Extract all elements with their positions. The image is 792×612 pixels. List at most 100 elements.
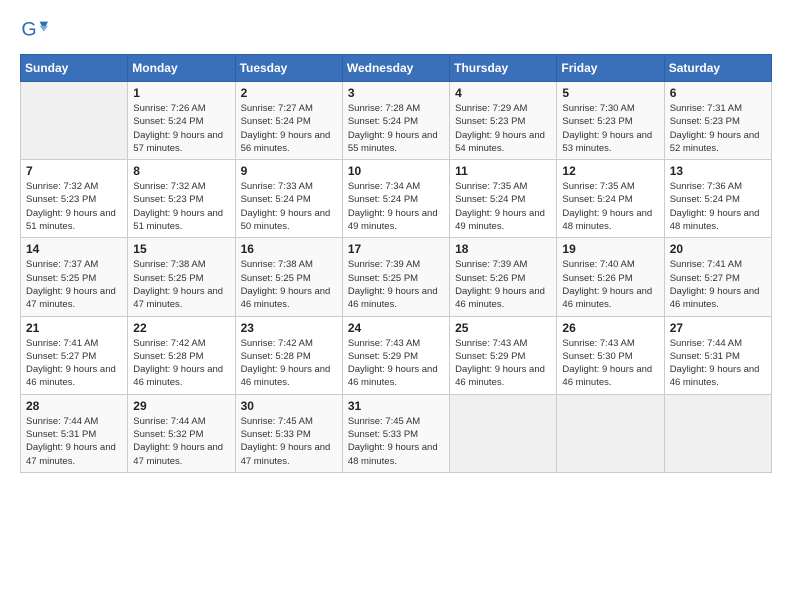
day-info: Sunrise: 7:27 AM Sunset: 5:24 PM Dayligh… (241, 102, 337, 155)
calendar-week-row: 21 Sunrise: 7:41 AM Sunset: 5:27 PM Dayli… (21, 316, 772, 394)
day-info: Sunrise: 7:40 AM Sunset: 5:26 PM Dayligh… (562, 258, 658, 311)
day-number: 13 (670, 164, 766, 178)
day-number: 17 (348, 242, 444, 256)
calendar-week-row: 1 Sunrise: 7:26 AM Sunset: 5:24 PM Daylig… (21, 82, 772, 160)
day-number: 10 (348, 164, 444, 178)
calendar-cell: 3 Sunrise: 7:28 AM Sunset: 5:24 PM Daylig… (342, 82, 449, 160)
day-info: Sunrise: 7:42 AM Sunset: 5:28 PM Dayligh… (241, 337, 337, 390)
calendar-week-row: 28 Sunrise: 7:44 AM Sunset: 5:31 PM Dayli… (21, 394, 772, 472)
calendar-cell: 26Sunrise: 7:43 AM Sunset: 5:30 PM Dayli… (557, 316, 664, 394)
calendar-cell: 13 Sunrise: 7:36 AM Sunset: 5:24 PM Dayli… (664, 160, 771, 238)
day-number: 28 (26, 399, 122, 413)
day-info: Sunrise: 7:33 AM Sunset: 5:24 PM Dayligh… (241, 180, 337, 233)
day-number: 19 (562, 242, 658, 256)
day-info: Sunrise: 7:45 AM Sunset: 5:33 PM Dayligh… (241, 415, 337, 468)
calendar-cell (450, 394, 557, 472)
day-info: Sunrise: 7:38 AM Sunset: 5:25 PM Dayligh… (133, 258, 229, 311)
day-number: 20 (670, 242, 766, 256)
calendar-cell: 17 Sunrise: 7:39 AM Sunset: 5:25 PM Dayli… (342, 238, 449, 316)
logo: G (20, 16, 52, 44)
day-number: 31 (348, 399, 444, 413)
day-number: 18 (455, 242, 551, 256)
day-info: Sunrise: 7:31 AM Sunset: 5:23 PM Dayligh… (670, 102, 766, 155)
calendar-cell: 18Sunrise: 7:39 AM Sunset: 5:26 PM Dayli… (450, 238, 557, 316)
calendar-cell: 29 Sunrise: 7:44 AM Sunset: 5:32 PM Dayli… (128, 394, 235, 472)
day-number: 5 (562, 86, 658, 100)
logo-icon: G (20, 16, 48, 44)
day-info: Sunrise: 7:28 AM Sunset: 5:24 PM Dayligh… (348, 102, 444, 155)
day-number: 9 (241, 164, 337, 178)
calendar-cell: 22 Sunrise: 7:42 AM Sunset: 5:28 PM Dayli… (128, 316, 235, 394)
day-info: Sunrise: 7:44 AM Sunset: 5:32 PM Dayligh… (133, 415, 229, 468)
day-number: 29 (133, 399, 229, 413)
calendar-cell: 9 Sunrise: 7:33 AM Sunset: 5:24 PM Daylig… (235, 160, 342, 238)
day-number: 2 (241, 86, 337, 100)
day-number: 22 (133, 321, 229, 335)
calendar-cell: 19 Sunrise: 7:40 AM Sunset: 5:26 PM Dayli… (557, 238, 664, 316)
day-info: Sunrise: 7:32 AM Sunset: 5:23 PM Dayligh… (26, 180, 122, 233)
day-number: 4 (455, 86, 551, 100)
day-info: Sunrise: 7:44 AM Sunset: 5:31 PM Dayligh… (26, 415, 122, 468)
calendar-cell: 28 Sunrise: 7:44 AM Sunset: 5:31 PM Dayli… (21, 394, 128, 472)
svg-text:G: G (21, 19, 36, 41)
day-number: 3 (348, 86, 444, 100)
calendar-table: SundayMondayTuesdayWednesdayThursdayFrid… (20, 54, 772, 473)
calendar-header-saturday: Saturday (664, 55, 771, 82)
day-number: 8 (133, 164, 229, 178)
day-number: 11 (455, 164, 551, 178)
calendar-cell: 6 Sunrise: 7:31 AM Sunset: 5:23 PM Daylig… (664, 82, 771, 160)
calendar-cell: 5 Sunrise: 7:30 AM Sunset: 5:23 PM Daylig… (557, 82, 664, 160)
day-info: Sunrise: 7:42 AM Sunset: 5:28 PM Dayligh… (133, 337, 229, 390)
day-info: Sunrise: 7:45 AM Sunset: 5:33 PM Dayligh… (348, 415, 444, 468)
day-info: Sunrise: 7:43 AM Sunset: 5:30 PM Dayligh… (562, 337, 658, 390)
calendar-cell (557, 394, 664, 472)
calendar-cell: 16 Sunrise: 7:38 AM Sunset: 5:25 PM Dayli… (235, 238, 342, 316)
day-info: Sunrise: 7:44 AM Sunset: 5:31 PM Dayligh… (670, 337, 766, 390)
day-info: Sunrise: 7:37 AM Sunset: 5:25 PM Dayligh… (26, 258, 122, 311)
calendar-cell (21, 82, 128, 160)
calendar-cell: 7 Sunrise: 7:32 AM Sunset: 5:23 PM Daylig… (21, 160, 128, 238)
calendar-cell: 2 Sunrise: 7:27 AM Sunset: 5:24 PM Daylig… (235, 82, 342, 160)
day-number: 7 (26, 164, 122, 178)
day-number: 14 (26, 242, 122, 256)
day-info: Sunrise: 7:36 AM Sunset: 5:24 PM Dayligh… (670, 180, 766, 233)
calendar-cell: 25Sunrise: 7:43 AM Sunset: 5:29 PM Dayli… (450, 316, 557, 394)
calendar-cell: 8Sunrise: 7:32 AM Sunset: 5:23 PM Daylig… (128, 160, 235, 238)
day-info: Sunrise: 7:35 AM Sunset: 5:24 PM Dayligh… (562, 180, 658, 233)
day-info: Sunrise: 7:41 AM Sunset: 5:27 PM Dayligh… (670, 258, 766, 311)
calendar-header-wednesday: Wednesday (342, 55, 449, 82)
day-number: 24 (348, 321, 444, 335)
calendar-body: 1 Sunrise: 7:26 AM Sunset: 5:24 PM Daylig… (21, 82, 772, 473)
day-info: Sunrise: 7:43 AM Sunset: 5:29 PM Dayligh… (348, 337, 444, 390)
calendar-cell: 12 Sunrise: 7:35 AM Sunset: 5:24 PM Dayli… (557, 160, 664, 238)
day-info: Sunrise: 7:26 AM Sunset: 5:24 PM Dayligh… (133, 102, 229, 155)
day-number: 23 (241, 321, 337, 335)
day-number: 27 (670, 321, 766, 335)
day-info: Sunrise: 7:43 AM Sunset: 5:29 PM Dayligh… (455, 337, 551, 390)
calendar-cell: 14 Sunrise: 7:37 AM Sunset: 5:25 PM Dayli… (21, 238, 128, 316)
day-info: Sunrise: 7:30 AM Sunset: 5:23 PM Dayligh… (562, 102, 658, 155)
day-number: 12 (562, 164, 658, 178)
day-info: Sunrise: 7:41 AM Sunset: 5:27 PM Dayligh… (26, 337, 122, 390)
calendar-cell: 15Sunrise: 7:38 AM Sunset: 5:25 PM Dayli… (128, 238, 235, 316)
day-number: 21 (26, 321, 122, 335)
calendar-header-friday: Friday (557, 55, 664, 82)
day-number: 16 (241, 242, 337, 256)
day-info: Sunrise: 7:34 AM Sunset: 5:24 PM Dayligh… (348, 180, 444, 233)
calendar-cell: 23 Sunrise: 7:42 AM Sunset: 5:28 PM Dayli… (235, 316, 342, 394)
day-number: 6 (670, 86, 766, 100)
calendar-cell: 4Sunrise: 7:29 AM Sunset: 5:23 PM Daylig… (450, 82, 557, 160)
calendar-header-sunday: Sunday (21, 55, 128, 82)
calendar-cell: 24 Sunrise: 7:43 AM Sunset: 5:29 PM Dayli… (342, 316, 449, 394)
calendar-cell: 20 Sunrise: 7:41 AM Sunset: 5:27 PM Dayli… (664, 238, 771, 316)
calendar-header-thursday: Thursday (450, 55, 557, 82)
calendar-cell: 30Sunrise: 7:45 AM Sunset: 5:33 PM Dayli… (235, 394, 342, 472)
calendar-header-tuesday: Tuesday (235, 55, 342, 82)
calendar-cell: 31 Sunrise: 7:45 AM Sunset: 5:33 PM Dayli… (342, 394, 449, 472)
calendar-header-monday: Monday (128, 55, 235, 82)
calendar-cell: 11Sunrise: 7:35 AM Sunset: 5:24 PM Dayli… (450, 160, 557, 238)
calendar-cell: 21 Sunrise: 7:41 AM Sunset: 5:27 PM Dayli… (21, 316, 128, 394)
day-info: Sunrise: 7:39 AM Sunset: 5:25 PM Dayligh… (348, 258, 444, 311)
day-number: 1 (133, 86, 229, 100)
day-info: Sunrise: 7:38 AM Sunset: 5:25 PM Dayligh… (241, 258, 337, 311)
